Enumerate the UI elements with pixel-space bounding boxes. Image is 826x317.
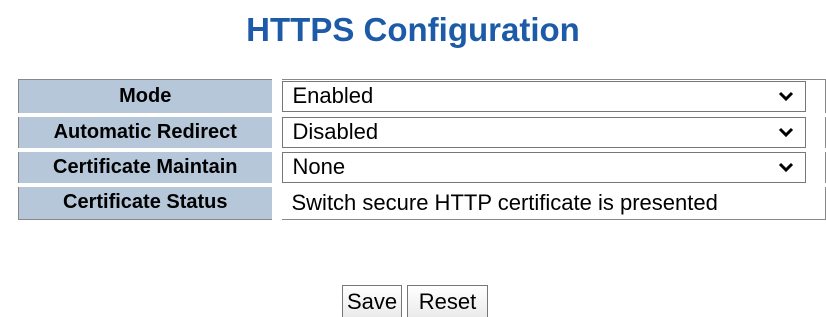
mode-selected-value: Enabled bbox=[292, 83, 374, 109]
certificate-maintain-select[interactable]: None bbox=[281, 151, 806, 183]
certificate-status-value: Switch secure HTTP certificate is presen… bbox=[291, 190, 718, 216]
chevron-down-icon bbox=[778, 127, 793, 137]
table-row-automatic-redirect: Automatic Redirect Disabled bbox=[18, 114, 826, 152]
form-actions: Save Reset bbox=[342, 285, 488, 317]
certificate-status-cell: Switch secure HTTP certificate is presen… bbox=[276, 184, 826, 220]
automatic-redirect-label: Automatic Redirect bbox=[18, 114, 282, 152]
https-configuration-page: HTTPS Configuration Mode Enabled Automat… bbox=[0, 0, 826, 317]
certificate-maintain-selected-value: None bbox=[292, 154, 346, 179]
certificate-status-label: Certificate Status bbox=[18, 184, 282, 220]
certificate-maintain-label: Certificate Maintain bbox=[18, 149, 282, 187]
mode-label: Mode bbox=[18, 79, 282, 117]
table-row-certificate-status: Certificate Status Switch secure HTTP ce… bbox=[18, 184, 826, 220]
chevron-down-icon bbox=[778, 91, 793, 101]
mode-select[interactable]: Enabled bbox=[281, 80, 806, 112]
automatic-redirect-cell: Disabled bbox=[276, 114, 826, 152]
chevron-down-icon bbox=[778, 162, 793, 172]
table-row-mode: Mode Enabled bbox=[18, 79, 826, 117]
mode-cell: Enabled bbox=[276, 79, 826, 117]
automatic-redirect-selected-value: Disabled bbox=[292, 119, 379, 144]
save-button[interactable]: Save bbox=[342, 285, 402, 317]
reset-button[interactable]: Reset bbox=[407, 285, 488, 317]
page-title: HTTPS Configuration bbox=[246, 11, 580, 48]
https-config-table: Mode Enabled Automatic Redirect Disabled bbox=[18, 79, 826, 220]
automatic-redirect-select[interactable]: Disabled bbox=[281, 116, 806, 148]
table-row-certificate-maintain: Certificate Maintain None bbox=[18, 149, 826, 187]
certificate-maintain-cell: None bbox=[276, 149, 826, 187]
